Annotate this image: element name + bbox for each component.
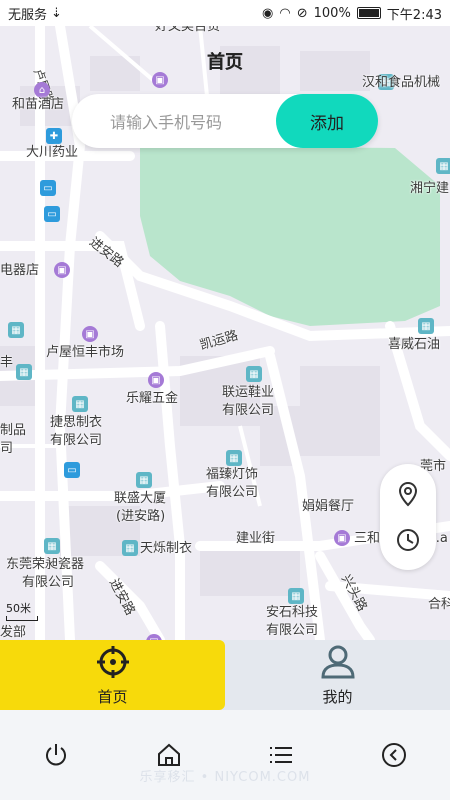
company-poi-icon: ▦: [436, 158, 450, 174]
tab-home-label: 首页: [97, 687, 128, 706]
system-nav-bar: [0, 710, 450, 800]
bus-stop-icon: ▭: [40, 180, 56, 196]
time-text: 下午2:43: [386, 7, 442, 23]
map-label: 有限公司: [266, 623, 319, 638]
map-label: 建业街: [236, 531, 276, 546]
status-bar: 无服务 ⇣ ◉ ◠ ⊘ 100% 下午2:43: [0, 0, 450, 26]
map-label: 福臻灯饰: [206, 467, 259, 482]
bus-stop-icon: ▭: [64, 462, 80, 478]
company-poi-icon: ▦: [136, 472, 152, 488]
map-controls: [380, 464, 436, 570]
map-label: 捷思制衣: [50, 415, 103, 430]
menu-icon: [270, 747, 293, 763]
map-label: 有限公司: [222, 403, 275, 418]
usb-icon: ⇣: [51, 5, 62, 21]
history-button[interactable]: [394, 526, 422, 554]
map-label: (进安路): [116, 509, 166, 524]
company-poi-icon: ▦: [122, 540, 138, 556]
map-label: 大川药业: [26, 145, 79, 160]
map-label: 汉和食品机械: [362, 75, 441, 90]
map-label: 东莞荣昶瓷器: [6, 557, 85, 572]
add-button[interactable]: 添加: [276, 94, 378, 148]
back-icon: [381, 743, 406, 767]
map-label: 丰: [0, 355, 14, 370]
phone-search-bar: 添加: [72, 94, 378, 148]
clock-icon: [397, 529, 419, 551]
phone-number-input[interactable]: [108, 108, 272, 136]
map-label: 安石科技: [266, 605, 319, 620]
map-label: 联运鞋业: [222, 385, 275, 400]
map-label: 天烁制衣: [140, 541, 193, 556]
company-poi-icon: ▦: [44, 538, 60, 554]
home-icon: [157, 743, 180, 766]
map-label: 司: [0, 441, 14, 456]
map-label: 娟娟餐厅: [302, 499, 355, 514]
map-label: 电器店: [0, 263, 40, 278]
battery-text: 100%: [313, 5, 351, 21]
map-label: 制品: [0, 423, 27, 438]
shop-poi-icon: ▣: [54, 262, 70, 278]
company-poi-icon: ▦: [72, 396, 88, 412]
alarm-icon: ⊘: [296, 5, 308, 21]
map-label: 好文美百货: [155, 26, 221, 34]
shop-poi-icon: ▣: [334, 530, 350, 546]
wifi-icon: ◠: [279, 5, 291, 21]
company-poi-icon: ▦: [16, 364, 32, 380]
pharmacy-poi-icon: ✚: [46, 128, 62, 144]
power-icon: [46, 744, 67, 766]
crosshair-icon: [96, 645, 129, 678]
company-poi-icon: ▦: [226, 450, 242, 466]
map-label: 合科: [428, 597, 450, 612]
map-label: 有限公司: [22, 575, 75, 590]
watermark-text: 乐享移汇 • NIYCOM.COM: [139, 770, 311, 785]
shop-poi-icon: ▣: [148, 372, 164, 388]
map-label: 发部: [0, 625, 27, 640]
company-poi-icon: ▦: [246, 366, 262, 382]
locate-button[interactable]: [394, 480, 422, 508]
location-status-icon: ◉: [262, 5, 274, 21]
map-label: 乐耀五金: [126, 391, 179, 406]
carrier-text: 无服务: [8, 7, 48, 23]
tab-home[interactable]: 首页: [0, 640, 225, 710]
page-title: 首页: [207, 52, 243, 73]
map-label: 有限公司: [50, 433, 103, 448]
map-label: 有限公司: [206, 485, 259, 500]
map-label: 联盛大厦: [114, 491, 167, 506]
company-poi-icon: ▦: [418, 318, 434, 334]
tab-mine[interactable]: 我的: [225, 640, 450, 710]
location-pin-icon: [398, 481, 418, 507]
company-poi-icon: ▦: [8, 322, 24, 338]
bus-stop-icon: ▭: [44, 206, 60, 222]
market-poi-icon: ▣: [82, 326, 98, 342]
user-icon: [320, 645, 355, 678]
tab-mine-label: 我的: [322, 687, 353, 706]
map-scale: 50米: [6, 600, 38, 621]
shop-poi-icon: ▣: [152, 72, 168, 88]
battery-icon: [356, 7, 381, 19]
company-poi-icon: ▦: [288, 588, 304, 604]
tab-bar: 首页 我的: [0, 640, 450, 710]
map-label: 卢屋恒丰市场: [46, 345, 125, 360]
map-label: 喜威石油: [388, 337, 441, 352]
map-label: 和苗酒店: [12, 97, 65, 112]
scale-label: 50米: [6, 602, 31, 615]
scale-bar: [6, 616, 38, 621]
map-label: 湘宁建: [410, 181, 450, 196]
map-label: 三和: [354, 531, 381, 546]
